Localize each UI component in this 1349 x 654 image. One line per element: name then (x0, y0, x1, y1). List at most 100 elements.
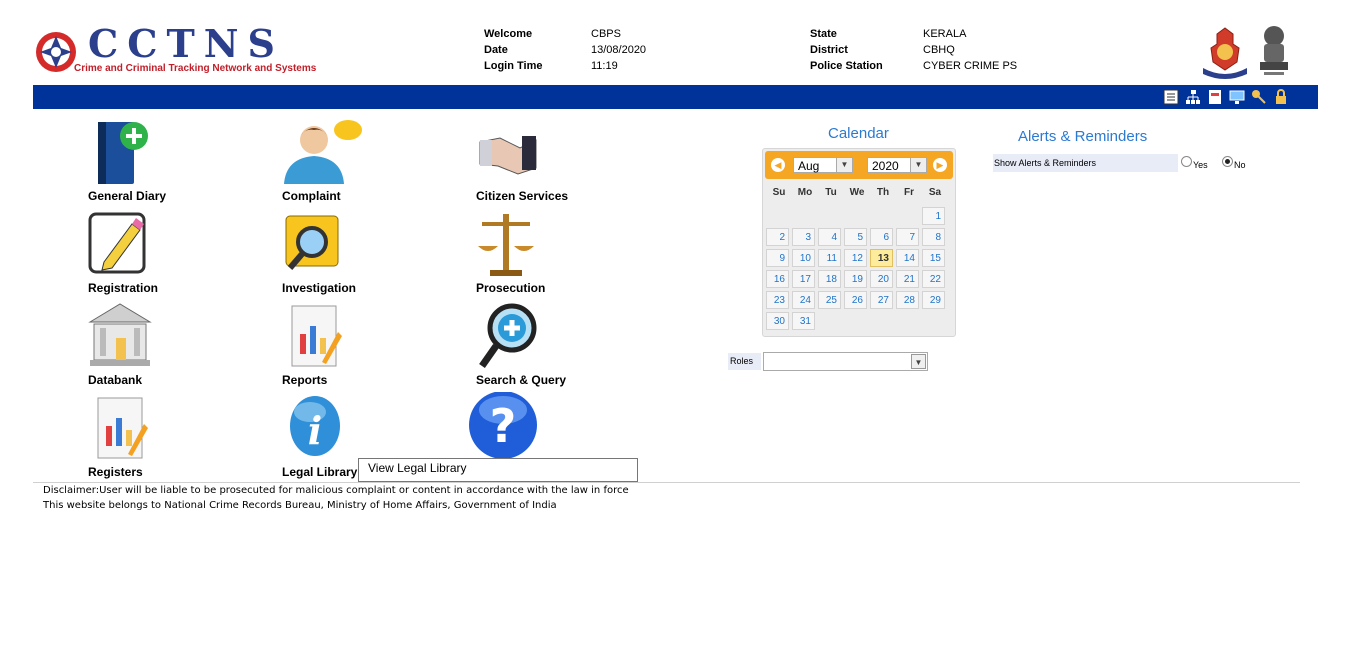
svg-text:i: i (308, 408, 322, 453)
calendar-day[interactable]: 18 (818, 270, 841, 288)
weekday-su: Su (772, 187, 786, 198)
bank-icon (88, 302, 168, 372)
date-label: Date (484, 44, 508, 56)
weekday-we: We (849, 187, 865, 198)
police-station-value: CYBER CRIME PS (923, 60, 1018, 72)
calendar-day[interactable]: 20 (870, 270, 893, 288)
login-time-value: 11:19 (591, 60, 618, 72)
calendar-widget: ◀ Aug ▼ 2020 ▼ ▶ Su Mo Tu We Th Fr Sa 12345678… (762, 148, 956, 337)
module-registration[interactable]: Registration (88, 210, 208, 300)
calendar-day[interactable]: 26 (844, 291, 867, 309)
module-investigation[interactable]: Investigation (282, 210, 402, 300)
module-label: Prosecution (476, 281, 546, 295)
investigation-icon (282, 210, 362, 280)
calendar-day[interactable]: 19 (844, 270, 867, 288)
document-icon[interactable] (1207, 89, 1223, 105)
calendar-day[interactable]: 30 (766, 312, 789, 330)
module-general-diary[interactable]: General Diary (88, 118, 208, 208)
calendar-day[interactable]: 25 (818, 291, 841, 309)
key-icon[interactable] (1251, 89, 1267, 105)
calendar-title: Calendar (828, 125, 889, 142)
module-label: Registration (88, 281, 159, 295)
scales-icon (476, 210, 556, 280)
org-chart-icon[interactable] (1185, 89, 1201, 105)
weekday-th: Th (876, 187, 890, 198)
registration-icon (88, 210, 168, 280)
state-value: KERALA (923, 28, 967, 40)
calendar-day[interactable]: 31 (792, 312, 815, 330)
weekday-mo: Mo (797, 187, 813, 198)
module-registers[interactable]: Registers (88, 394, 208, 484)
calendar-day[interactable]: 9 (766, 249, 789, 267)
calendar-day[interactable]: 24 (792, 291, 815, 309)
alerts-yes-radio[interactable] (1181, 156, 1192, 167)
module-citizen-services[interactable]: Citizen Services (476, 118, 596, 208)
calendar-day[interactable]: 1 (922, 207, 945, 225)
weekday-tu: Tu (825, 187, 837, 198)
registers-icon (88, 394, 168, 464)
lock-icon[interactable] (1273, 89, 1289, 105)
alerts-title: Alerts & Reminders (1018, 128, 1148, 145)
tooltip: View Legal Library (358, 458, 638, 482)
calendar-day[interactable]: 2 (766, 228, 789, 246)
logo-title: CCTNS (88, 21, 284, 66)
welcome-label: Welcome (484, 28, 533, 40)
calendar-day[interactable]: 27 (870, 291, 893, 309)
calendar-day[interactable]: 7 (896, 228, 919, 246)
calendar-day[interactable]: 15 (922, 249, 945, 267)
prev-month-icon[interactable]: ◀ (771, 158, 785, 172)
chevron-down-icon: ▼ (910, 158, 926, 172)
logo-subtitle: Crime and Criminal Tracking Network and … (74, 63, 317, 74)
calendar-day-today[interactable]: 13 (870, 249, 893, 267)
complaint-icon (282, 118, 362, 188)
calendar-day[interactable]: 28 (896, 291, 919, 309)
next-month-icon[interactable]: ▶ (933, 158, 947, 172)
module-label: Citizen Services (476, 189, 569, 203)
roles-select[interactable]: ▼ (763, 352, 928, 371)
module-label: Databank (88, 373, 143, 387)
calendar-day[interactable]: 17 (792, 270, 815, 288)
monitor-icon[interactable] (1229, 89, 1245, 105)
calendar-day[interactable]: 14 (896, 249, 919, 267)
month-select[interactable]: Aug ▼ (793, 157, 853, 173)
disclaimer-text: Disclaimer:User will be liable to be pro… (43, 485, 629, 496)
calendar-day[interactable]: 6 (870, 228, 893, 246)
module-help[interactable]: ? (468, 391, 588, 462)
calendar-day[interactable]: 5 (844, 228, 867, 246)
module-complaint[interactable]: Complaint (282, 118, 402, 208)
alerts-yes-label: Yes (1193, 160, 1208, 170)
chevron-down-icon: ▼ (911, 354, 926, 369)
reports-icon (282, 302, 362, 372)
calendar-day[interactable]: 3 (792, 228, 815, 246)
cctns-logo (34, 30, 78, 74)
calendar-day[interactable]: 21 (896, 270, 919, 288)
state-label: State (810, 28, 837, 40)
show-alerts-label: Show Alerts & Reminders (993, 154, 1178, 172)
year-value: 2020 (872, 159, 899, 173)
report-icon[interactable] (1163, 89, 1179, 105)
module-databank[interactable]: Databank (88, 302, 208, 392)
module-label: Investigation (282, 281, 357, 295)
calendar-day[interactable]: 22 (922, 270, 945, 288)
alerts-no-radio[interactable] (1222, 156, 1233, 167)
calendar-day[interactable]: 16 (766, 270, 789, 288)
calendar-day[interactable]: 12 (844, 249, 867, 267)
handshake-icon (476, 118, 556, 188)
calendar-day[interactable]: 10 (792, 249, 815, 267)
calendar-day[interactable]: 8 (922, 228, 945, 246)
calendar-day[interactable]: 23 (766, 291, 789, 309)
ownership-text: This website belongs to National Crime R… (43, 500, 557, 511)
national-emblem-icon (1256, 22, 1292, 82)
module-prosecution[interactable]: Prosecution (476, 210, 596, 300)
module-label: Legal Library (282, 465, 358, 479)
module-reports[interactable]: Reports (282, 302, 402, 392)
calendar-day[interactable]: 11 (818, 249, 841, 267)
date-value: 13/08/2020 (591, 44, 647, 56)
module-label: Registers (88, 465, 143, 479)
police-station-label: Police Station (810, 60, 883, 72)
module-search-query[interactable]: Search & Query (476, 302, 596, 392)
calendar-day[interactable]: 29 (922, 291, 945, 309)
calendar-day[interactable]: 4 (818, 228, 841, 246)
info-icon: i (282, 394, 362, 464)
year-select[interactable]: 2020 ▼ (867, 157, 927, 173)
